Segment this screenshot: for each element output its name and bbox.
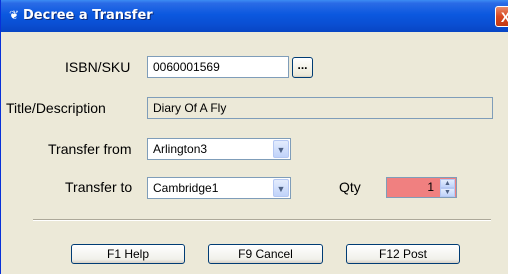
close-button[interactable]: X	[495, 6, 508, 27]
qty-label: Qty	[339, 179, 361, 195]
transfer-from-label: Transfer from	[48, 141, 132, 157]
transfer-from-value: Arlington3	[153, 142, 208, 156]
divider	[33, 219, 491, 221]
close-icon: X	[500, 9, 508, 25]
transfer-to-label: Transfer to	[65, 179, 133, 195]
transfer-from-select[interactable]: Arlington3 ▼	[147, 138, 291, 160]
qty-value: 1	[427, 180, 434, 194]
chevron-down-icon[interactable]: ▼	[273, 140, 289, 158]
transfer-to-value: Cambridge1	[153, 181, 219, 195]
help-button[interactable]: F1 Help	[71, 244, 185, 264]
title-label: Title/Description	[6, 100, 106, 116]
browse-button[interactable]: ...	[292, 57, 313, 78]
isbn-label: ISBN/SKU	[65, 59, 131, 75]
cancel-button[interactable]: F9 Cancel	[208, 244, 323, 264]
dialog-window: ❦ Decree a Transfer X ISBN/SKU 006000156…	[0, 0, 508, 274]
transfer-to-select[interactable]: Cambridge1 ▼	[147, 177, 291, 199]
qty-input[interactable]: 1 ▲ ▼	[386, 177, 457, 198]
post-button[interactable]: F12 Post	[346, 244, 460, 264]
title-bar[interactable]: ❦ Decree a Transfer X	[1, 0, 508, 32]
spin-down-icon[interactable]: ▼	[440, 188, 455, 197]
title-field: Diary Of A Fly	[147, 97, 493, 119]
isbn-input[interactable]: 0060001569	[147, 56, 289, 78]
chevron-down-icon[interactable]: ▼	[273, 179, 289, 197]
window-title: Decree a Transfer	[23, 8, 153, 23]
qty-spinner[interactable]: ▲ ▼	[440, 179, 455, 197]
spin-up-icon[interactable]: ▲	[440, 179, 455, 188]
app-icon: ❦	[8, 8, 20, 22]
